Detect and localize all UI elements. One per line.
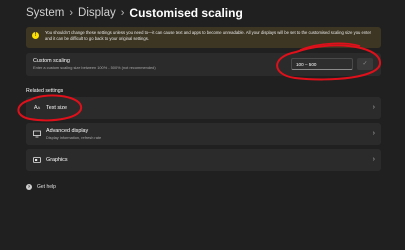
breadcrumb-separator-icon: › [69, 7, 74, 19]
text-size-icon: AA [33, 105, 41, 111]
monitor-icon [33, 130, 41, 138]
help-icon: ? [26, 183, 32, 190]
warning-circle-icon: ! [32, 32, 39, 39]
chevron-right-icon: › [372, 130, 375, 137]
custom-scaling-title: Custom scaling [33, 58, 70, 64]
text-size-title: Text size [46, 105, 67, 111]
chevron-right-icon: › [372, 104, 375, 111]
graphics-title: Graphics [46, 157, 68, 163]
page-title: Customised scaling [129, 6, 243, 20]
custom-scaling-card: Custom scaling Enter a custom scaling si… [26, 53, 381, 76]
advanced-display-link[interactable]: Advanced display Display information, re… [26, 123, 381, 145]
custom-scaling-input[interactable] [291, 58, 353, 70]
chevron-right-icon: › [372, 156, 375, 163]
breadcrumb-system[interactable]: System [26, 7, 64, 19]
checkmark-icon: ✓ [362, 61, 368, 67]
confirm-scaling-button[interactable]: ✓ [357, 58, 373, 70]
warning-banner: ! You shouldn't change these settings un… [26, 27, 381, 48]
graphics-link[interactable]: Graphics › [26, 149, 381, 171]
custom-scaling-description: Enter a custom scaling size between 100%… [33, 65, 156, 70]
text-size-link[interactable]: AA Text size › [26, 97, 381, 119]
related-settings-heading: Related settings [26, 88, 64, 94]
get-help-label: Get help [37, 183, 56, 190]
graphics-icon [33, 156, 41, 164]
advanced-display-title: Advanced display [46, 128, 89, 134]
breadcrumb-display[interactable]: Display [78, 7, 116, 19]
breadcrumb: System › Display › Customised scaling [26, 4, 243, 22]
advanced-display-subtitle: Display information, refresh rate [46, 135, 102, 140]
warning-text: You shouldn't change these settings unle… [45, 30, 372, 42]
get-help-link[interactable]: ? Get help [26, 182, 56, 191]
breadcrumb-separator-icon: › [120, 7, 125, 19]
